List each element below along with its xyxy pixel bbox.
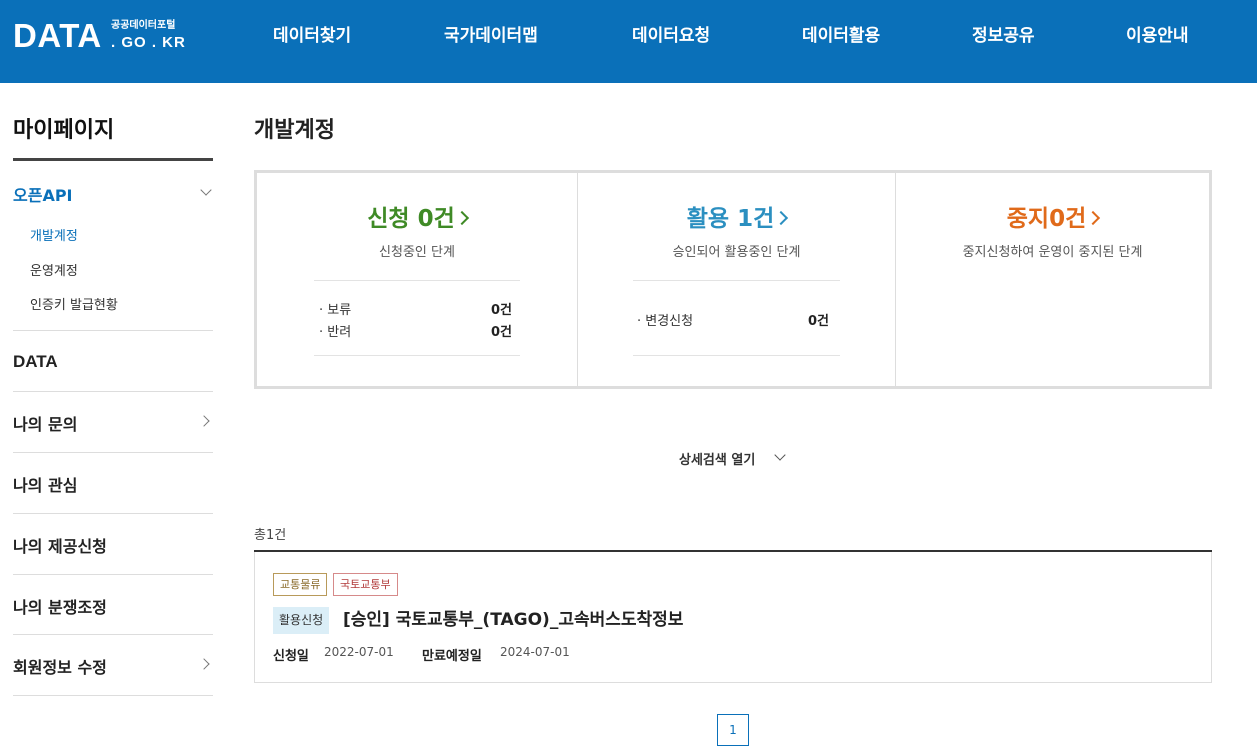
- logo-domain-text: . GO . KR: [111, 34, 186, 51]
- sidebar-item-data[interactable]: DATA: [13, 352, 213, 372]
- sidebar-title-divider: [13, 158, 213, 161]
- nav-data-usage[interactable]: 데이터활용: [802, 24, 880, 48]
- top-header: DATA 공공데이터포털 . GO . KR 데이터찾기 국가데이터맵 데이터요…: [0, 0, 1257, 83]
- status-hold-value: 0건: [490, 303, 512, 318]
- sidebar-sub-ops-account[interactable]: 운영계정: [30, 260, 78, 279]
- sidebar-item-label: 오픈API: [13, 186, 73, 205]
- sidebar-item-my-provide-request[interactable]: 나의 제공신청: [13, 533, 213, 557]
- chevron-right-icon: [454, 210, 469, 226]
- org-tag: 국토교통부: [333, 573, 398, 596]
- sidebar-title: 마이페이지: [13, 118, 115, 143]
- sidebar-item-edit-member[interactable]: 회원정보 수정: [13, 654, 213, 678]
- chevron-right-icon: [198, 658, 210, 670]
- status-reject-label: · 반려: [319, 325, 352, 340]
- nav-info-share[interactable]: 정보공유: [972, 24, 1035, 48]
- status-hold-label: · 보류: [319, 303, 352, 318]
- end-date-value: 2024-07-01: [500, 645, 570, 659]
- sidebar-sub-key-status[interactable]: 인증키 발급현황: [30, 294, 118, 313]
- status-use-heading: 활용 1건: [686, 206, 775, 232]
- nav-national-data-map[interactable]: 국가데이터맵: [444, 24, 538, 48]
- sidebar-item-label: 회원정보 수정: [13, 658, 107, 677]
- sidebar-item-my-inquiry[interactable]: 나의 문의: [13, 411, 213, 435]
- category-tag: 교통물류: [273, 573, 328, 596]
- status-change-label: · 변경신청: [637, 314, 694, 329]
- sidebar-item-openapi[interactable]: 오픈API: [13, 182, 213, 206]
- status-stop: 중지0건 중지신청하여 운영이 중지된 단계: [896, 173, 1209, 386]
- status-use: 활용 1건 승인되어 활용중인 단계 · 변경신청 0건: [578, 173, 895, 386]
- sidebar-sub-dev-account[interactable]: 개발계정: [30, 225, 78, 244]
- status-apply-desc: 신청중인 단계: [379, 245, 455, 260]
- status-badge: 활용신청: [273, 607, 330, 634]
- chevron-down-icon: [200, 184, 212, 196]
- logo-main-text: DATA: [13, 17, 102, 54]
- sidebar-item-my-dispute[interactable]: 나의 분쟁조정: [13, 594, 213, 618]
- sidebar-divider: [13, 695, 213, 696]
- status-use-desc: 승인되어 활용중인 단계: [672, 245, 801, 260]
- sidebar-divider: [13, 330, 213, 331]
- status-stop-desc: 중지신청하여 운영이 중지된 단계: [962, 245, 1143, 260]
- sidebar-divider: [13, 634, 213, 635]
- sidebar-divider: [13, 452, 213, 453]
- status-divider: [633, 280, 840, 281]
- nav-find-data[interactable]: 데이터찾기: [273, 24, 351, 48]
- total-count: 총1건: [254, 528, 287, 543]
- status-use-link[interactable]: 활용 1건: [578, 199, 895, 233]
- status-divider: [314, 355, 520, 356]
- status-stop-link[interactable]: 중지0건: [896, 199, 1209, 233]
- sidebar-item-my-interest[interactable]: 나의 관심: [13, 472, 213, 496]
- sidebar-divider: [13, 513, 213, 514]
- sidebar-divider: [13, 574, 213, 575]
- status-divider: [633, 355, 840, 356]
- apply-date-value: 2022-07-01: [324, 645, 394, 659]
- nav-data-request[interactable]: 데이터요청: [632, 24, 710, 48]
- detail-search-toggle[interactable]: 상세검색 열기: [679, 449, 755, 468]
- apply-date-label: 신청일: [273, 649, 309, 664]
- pagination-page-1[interactable]: 1: [717, 714, 749, 746]
- status-stop-heading: 중지0건: [1006, 206, 1087, 232]
- status-change-value: 0건: [807, 314, 829, 329]
- chevron-right-icon: [1086, 210, 1101, 226]
- sidebar-divider: [13, 391, 213, 392]
- page-title: 개발계정: [254, 118, 335, 143]
- status-summary-box: 신청 0건 신청중인 단계 · 보류 0건 · 반려 0건 활용 1건 승인되어…: [254, 170, 1212, 389]
- chevron-right-icon: [198, 415, 210, 427]
- status-divider: [314, 280, 520, 281]
- sidebar-item-label: 나의 문의: [13, 415, 78, 434]
- item-title-link[interactable]: [승인] 국토교통부_(TAGO)_고속버스도착정보: [343, 607, 683, 633]
- status-reject-value: 0건: [490, 325, 512, 340]
- end-date-label: 만료예정일: [422, 649, 482, 664]
- status-apply: 신청 0건 신청중인 단계 · 보류 0건 · 반려 0건: [257, 173, 577, 386]
- site-logo[interactable]: DATA 공공데이터포털 . GO . KR: [13, 18, 203, 58]
- chevron-right-icon: [774, 210, 789, 226]
- status-apply-link[interactable]: 신청 0건: [257, 199, 577, 233]
- chevron-down-icon[interactable]: [774, 449, 786, 461]
- logo-sub-text: 공공데이터포털: [111, 20, 176, 31]
- status-apply-heading: 신청 0건: [367, 206, 455, 232]
- nav-guide[interactable]: 이용안내: [1126, 24, 1189, 48]
